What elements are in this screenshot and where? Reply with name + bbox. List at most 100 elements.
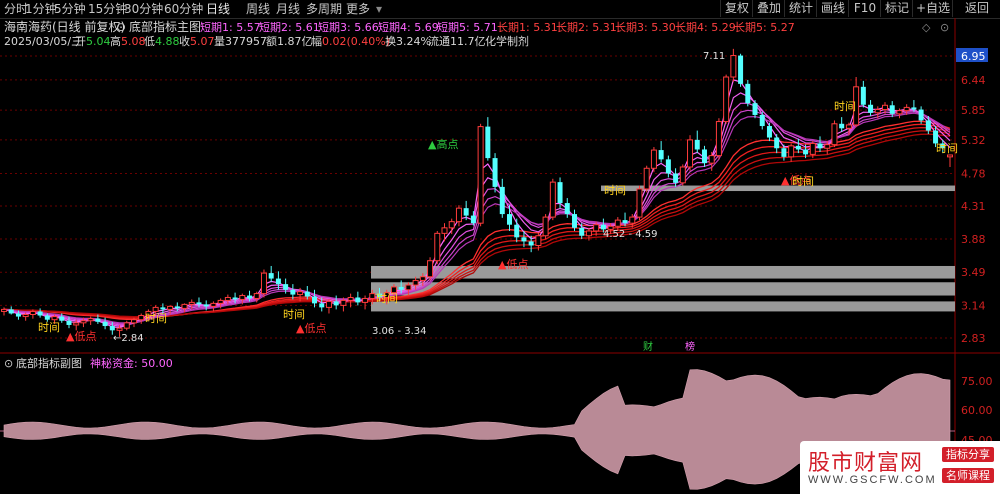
toolbar-button-2[interactable]: 统计: [784, 0, 817, 17]
candle-body: [614, 219, 621, 227]
candle-body: [463, 208, 469, 216]
support-band: [371, 282, 955, 296]
price-axis-label: 5.85: [961, 104, 986, 117]
event-marker-2[interactable]: 榜: [685, 340, 695, 353]
more-dropdown-icon[interactable]: ▾: [376, 1, 382, 17]
candle-body: [679, 166, 686, 184]
price-axis-label: 3.49: [961, 266, 986, 279]
candle-body: [44, 315, 50, 320]
candle-body: [37, 311, 43, 316]
watermark-url: WWW.GSCFW.COM: [808, 474, 937, 486]
toolbar-button-0[interactable]: 复权: [720, 0, 753, 17]
candle-body: [650, 149, 657, 169]
period-tab-8[interactable]: 月线: [276, 1, 300, 17]
period-tab-5[interactable]: 60分钟: [164, 1, 203, 17]
open-value: 5.04: [86, 35, 111, 48]
expand-icon[interactable]: ◇: [922, 21, 931, 34]
candle-body: [723, 76, 730, 123]
price-axis-label: 3.88: [961, 233, 986, 246]
candle-body: [362, 297, 369, 303]
candle-body: [455, 207, 462, 223]
period-tab-2[interactable]: 5分钟: [54, 1, 86, 17]
min-price-label: ←2.84: [113, 333, 144, 344]
period-tab-7[interactable]: 周线: [246, 1, 270, 17]
candle-body: [290, 289, 296, 295]
candle-body: [333, 301, 339, 306]
toolbar-button-6[interactable]: +自选: [912, 0, 953, 17]
candle-body: [665, 159, 671, 174]
low-value: 4.88: [155, 35, 180, 48]
candle-body: [874, 109, 881, 114]
candle-body: [109, 326, 115, 331]
low-point-label-1: ▲低点: [66, 330, 96, 343]
range-high-label: 4.52 - 4.59: [603, 229, 658, 240]
time-label-2: 时间: [283, 308, 305, 321]
indicator-name[interactable]: 底部指标主图: [129, 19, 201, 34]
candle-body: [781, 148, 787, 157]
price-axis-label: 6.44: [961, 74, 986, 87]
candle-body: [22, 314, 29, 318]
candle-body: [347, 296, 354, 301]
sub-indicator-param: 神秘资金: 50.00: [90, 356, 173, 370]
long-ma-3: 长期3: 5.30: [615, 21, 676, 34]
toolbar-button-7[interactable]: 返回: [952, 0, 1000, 17]
indicator-toggle-icon[interactable]: ⊙: [116, 20, 126, 34]
candle-body: [477, 126, 484, 224]
candle-body: [549, 181, 556, 218]
stock-title: 海南海药(日线 前复权): [4, 19, 125, 34]
candle-body: [304, 291, 310, 297]
sub-indicator-name[interactable]: 底部指标副图: [16, 356, 82, 370]
period-tab-10[interactable]: 更多: [346, 1, 370, 17]
candle-body: [860, 86, 866, 105]
sub-toggle-icon[interactable]: ⊙: [4, 357, 13, 370]
toolbar-button-5[interactable]: 标记: [880, 0, 913, 17]
candle-body: [868, 104, 874, 113]
sub-axis-label: 60.00: [961, 404, 993, 417]
candle-body: [701, 149, 707, 164]
candle-body: [658, 150, 664, 160]
volume-text: 量377957: [214, 35, 267, 48]
candle-body: [715, 121, 722, 157]
candle-body: [87, 318, 94, 322]
high-value: 5.08: [121, 35, 146, 48]
period-tab-9[interactable]: 多周期: [306, 1, 342, 17]
candle-body: [774, 137, 780, 149]
settings-icon[interactable]: ⊙: [940, 21, 949, 34]
toolbar-button-1[interactable]: 叠加: [752, 0, 785, 17]
candle-body: [174, 306, 180, 309]
candle-body: [636, 188, 643, 218]
watermark-tag-1: 指标分享: [942, 447, 994, 462]
candle-body: [817, 143, 823, 149]
candle-body: [412, 279, 419, 286]
candle-body: [66, 320, 72, 325]
turnover-text: 换3.24%: [385, 34, 431, 48]
candle-body: [210, 302, 217, 307]
period-tab-1[interactable]: 1分钟: [25, 1, 57, 17]
candle-body: [925, 120, 931, 131]
amount-text: 额1.87亿: [266, 35, 313, 48]
stock-chart[interactable]: 75.0060.0045.00 6.956.445.855.324.784.31…: [0, 18, 1000, 494]
candle-body: [196, 302, 202, 305]
candle-body: [80, 320, 87, 324]
candle-body: [73, 322, 80, 326]
close-label: 收: [179, 34, 190, 48]
event-marker-1[interactable]: 财: [643, 340, 653, 353]
open-label: 开: [75, 35, 86, 48]
candle-body: [708, 155, 715, 164]
time-label-5: 时间: [792, 175, 814, 188]
toolbar-button-4[interactable]: F10: [848, 0, 881, 17]
time-label-7: 时间: [936, 142, 958, 155]
period-tab-4[interactable]: 30分钟: [124, 1, 163, 17]
float-text: 流通11.7亿: [428, 34, 486, 48]
toolbar-button-3[interactable]: 画线: [816, 0, 849, 17]
candle-body: [542, 216, 549, 237]
candle-body: [29, 310, 36, 316]
period-tab-3[interactable]: 15分钟: [88, 1, 127, 17]
candle-body: [809, 142, 816, 155]
short-ma-5: 短期5: 5.71: [437, 20, 498, 34]
candle-body: [181, 303, 188, 309]
candle-body: [8, 309, 14, 314]
period-tab-6[interactable]: 日线: [206, 1, 230, 17]
time-label-6: 时间: [834, 100, 856, 113]
candle-body: [419, 276, 426, 281]
